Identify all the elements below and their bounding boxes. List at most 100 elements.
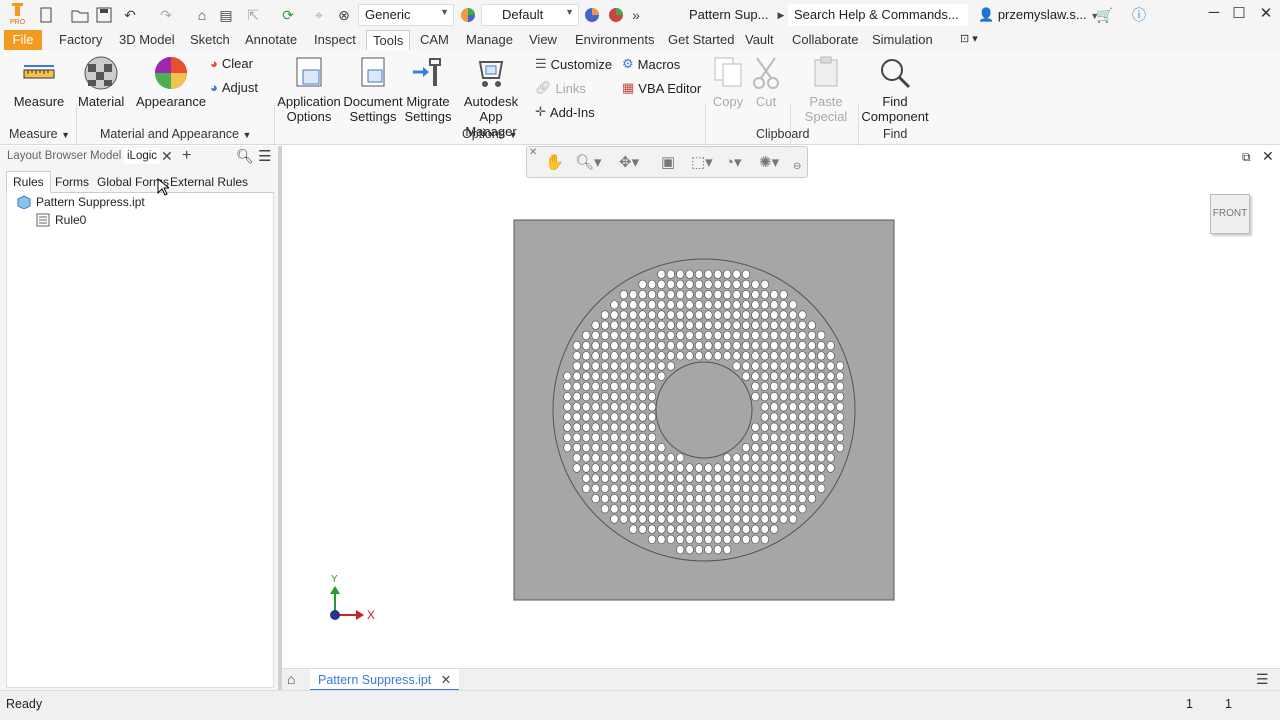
- menu-collaborate[interactable]: Collaborate: [792, 32, 859, 47]
- orbit-icon[interactable]: ✥▾: [619, 153, 639, 171]
- update-icon[interactable]: ⟳: [276, 6, 300, 24]
- material-quick-icon[interactable]: ⊗: [334, 6, 354, 24]
- steer-icon[interactable]: ✺▾: [759, 153, 779, 171]
- chevron-right-icon[interactable]: ▶: [775, 6, 787, 24]
- tree-rule[interactable]: Rule0: [36, 213, 86, 227]
- menu-environments[interactable]: Environments: [575, 32, 654, 47]
- panel-options[interactable]: Options ▼: [462, 127, 518, 141]
- menu-manage[interactable]: Manage: [466, 32, 513, 47]
- hole: [600, 432, 610, 443]
- viewcube[interactable]: FRONT: [1210, 194, 1250, 234]
- tree-document[interactable]: Pattern Suppress.ipt: [17, 195, 145, 209]
- save-icon[interactable]: [94, 6, 114, 24]
- panel-material-appearance[interactable]: Material and Appearance ▼: [100, 127, 251, 141]
- search-icon[interactable]: 🔍︎: [236, 148, 254, 165]
- minimize-icon[interactable]: ─: [1202, 4, 1226, 26]
- pan-icon[interactable]: ✋: [545, 153, 564, 171]
- hole: [723, 504, 732, 514]
- migrate-settings-button[interactable]: Migrate Settings: [404, 56, 452, 124]
- tab-layout-browser[interactable]: Layout Browser: [7, 150, 87, 162]
- menu-annotate[interactable]: Annotate: [245, 32, 297, 47]
- more-icon[interactable]: »: [628, 6, 644, 24]
- tab-rules[interactable]: Rules: [6, 171, 51, 193]
- redo-icon[interactable]: ↷: [154, 6, 178, 24]
- ribbon-display-icon[interactable]: ⊡ ▾: [960, 32, 978, 45]
- menu-cam[interactable]: CAM: [420, 32, 449, 47]
- view-face-icon[interactable]: ⬚▾: [691, 153, 713, 171]
- clear-button[interactable]: ◕ Clear: [210, 56, 253, 71]
- user-account[interactable]: 👤 przemyslaw.s... ▼: [978, 7, 1099, 23]
- restore-icon[interactable]: ⧉: [1242, 150, 1251, 165]
- menu-factory[interactable]: Factory: [59, 32, 102, 47]
- menu-inspect[interactable]: Inspect: [314, 32, 356, 47]
- menu-sketch[interactable]: Sketch: [190, 32, 230, 47]
- add-tab-icon[interactable]: +: [182, 147, 191, 165]
- copy-button[interactable]: Copy: [708, 56, 748, 109]
- home-icon[interactable]: ⌂: [287, 671, 295, 687]
- customize-button[interactable]: ☰ Customize: [535, 56, 612, 72]
- hole: [610, 320, 619, 330]
- hole: [629, 412, 638, 422]
- open-folder-icon[interactable]: [70, 6, 90, 24]
- paste-special-button[interactable]: Paste Special: [800, 56, 852, 124]
- zoom-icon[interactable]: 🔍︎▾: [575, 153, 602, 171]
- menu-icon[interactable]: ☰: [258, 147, 271, 165]
- cut-button[interactable]: Cut: [748, 56, 784, 109]
- menu-file[interactable]: File: [4, 30, 42, 50]
- menu-vault[interactable]: Vault: [745, 32, 774, 47]
- close-icon[interactable]: ✕: [161, 148, 173, 165]
- find-component-button[interactable]: Find Component: [860, 56, 930, 124]
- macros-button[interactable]: ⚙ Macros: [622, 56, 680, 72]
- hole: [732, 320, 741, 330]
- close-icon[interactable]: ✕: [1262, 148, 1274, 165]
- hole: [798, 381, 807, 391]
- clear-appearance-icon[interactable]: [606, 6, 626, 24]
- options-icon[interactable]: ⊖: [793, 161, 801, 172]
- menu-3d-model[interactable]: 3D Model: [119, 32, 175, 47]
- panel-measure[interactable]: Measure ▼: [9, 127, 70, 141]
- hole: [788, 483, 798, 494]
- menu-get-started[interactable]: Get Started: [668, 32, 734, 47]
- links-button[interactable]: 🔗︎ Links: [535, 80, 586, 96]
- material-dropdown[interactable]: Generic ▼: [358, 4, 454, 26]
- maximize-icon[interactable]: ☐: [1227, 4, 1251, 26]
- adjust-button[interactable]: ◕ Adjust: [210, 80, 258, 95]
- vba-editor-button[interactable]: ▦ VBA Editor: [622, 80, 701, 96]
- hole: [732, 269, 741, 279]
- document-tab[interactable]: Pattern Suppress.ipt ✕: [310, 669, 460, 691]
- help-search-input[interactable]: Search Help & Commands...: [788, 4, 968, 26]
- close-icon[interactable]: ✕: [441, 673, 451, 687]
- measure-quick-icon[interactable]: ⌖: [308, 6, 330, 24]
- menu-icon[interactable]: ☰: [1256, 671, 1269, 688]
- graphics-window[interactable]: [282, 146, 1280, 668]
- document-settings-button[interactable]: Document Settings: [342, 56, 404, 124]
- tab-ilogic[interactable]: iLogic: [124, 148, 161, 164]
- home-icon[interactable]: ⌂: [192, 6, 212, 24]
- close-icon[interactable]: ✕: [529, 147, 537, 158]
- close-icon[interactable]: ✕: [1254, 4, 1278, 26]
- cart-icon[interactable]: 🛒: [1094, 6, 1116, 24]
- undo-icon[interactable]: ↶: [118, 6, 142, 24]
- application-options-button[interactable]: Application Options: [276, 56, 342, 124]
- steering-wheel-icon[interactable]: ◔▾: [725, 153, 742, 171]
- measure-button[interactable]: Measure: [12, 56, 66, 109]
- menu-view[interactable]: View: [529, 32, 557, 47]
- properties-icon[interactable]: ▤: [216, 6, 236, 24]
- hole: [610, 412, 619, 422]
- tab-forms[interactable]: Forms: [55, 175, 89, 189]
- new-document-icon[interactable]: [34, 6, 58, 24]
- inventor-logo-icon[interactable]: PRO: [8, 3, 28, 25]
- appearance-button[interactable]: Appearance: [136, 56, 206, 109]
- help-icon[interactable]: ⓘ: [1128, 6, 1150, 24]
- menu-simulation[interactable]: Simulation: [872, 32, 933, 47]
- tab-model[interactable]: Model: [90, 150, 121, 162]
- menu-tools[interactable]: Tools: [366, 30, 411, 50]
- material-button[interactable]: Material: [78, 56, 124, 109]
- adjust-appearance-icon[interactable]: [582, 6, 602, 24]
- select-icon[interactable]: ⇱: [240, 6, 266, 24]
- look-at-icon[interactable]: ▣: [661, 153, 675, 171]
- add-ins-button[interactable]: ✛ Add-Ins: [535, 104, 595, 120]
- tab-external-rules[interactable]: External Rules: [170, 175, 248, 189]
- hole: [600, 483, 610, 494]
- appearance-dropdown[interactable]: Default ▼: [481, 4, 579, 26]
